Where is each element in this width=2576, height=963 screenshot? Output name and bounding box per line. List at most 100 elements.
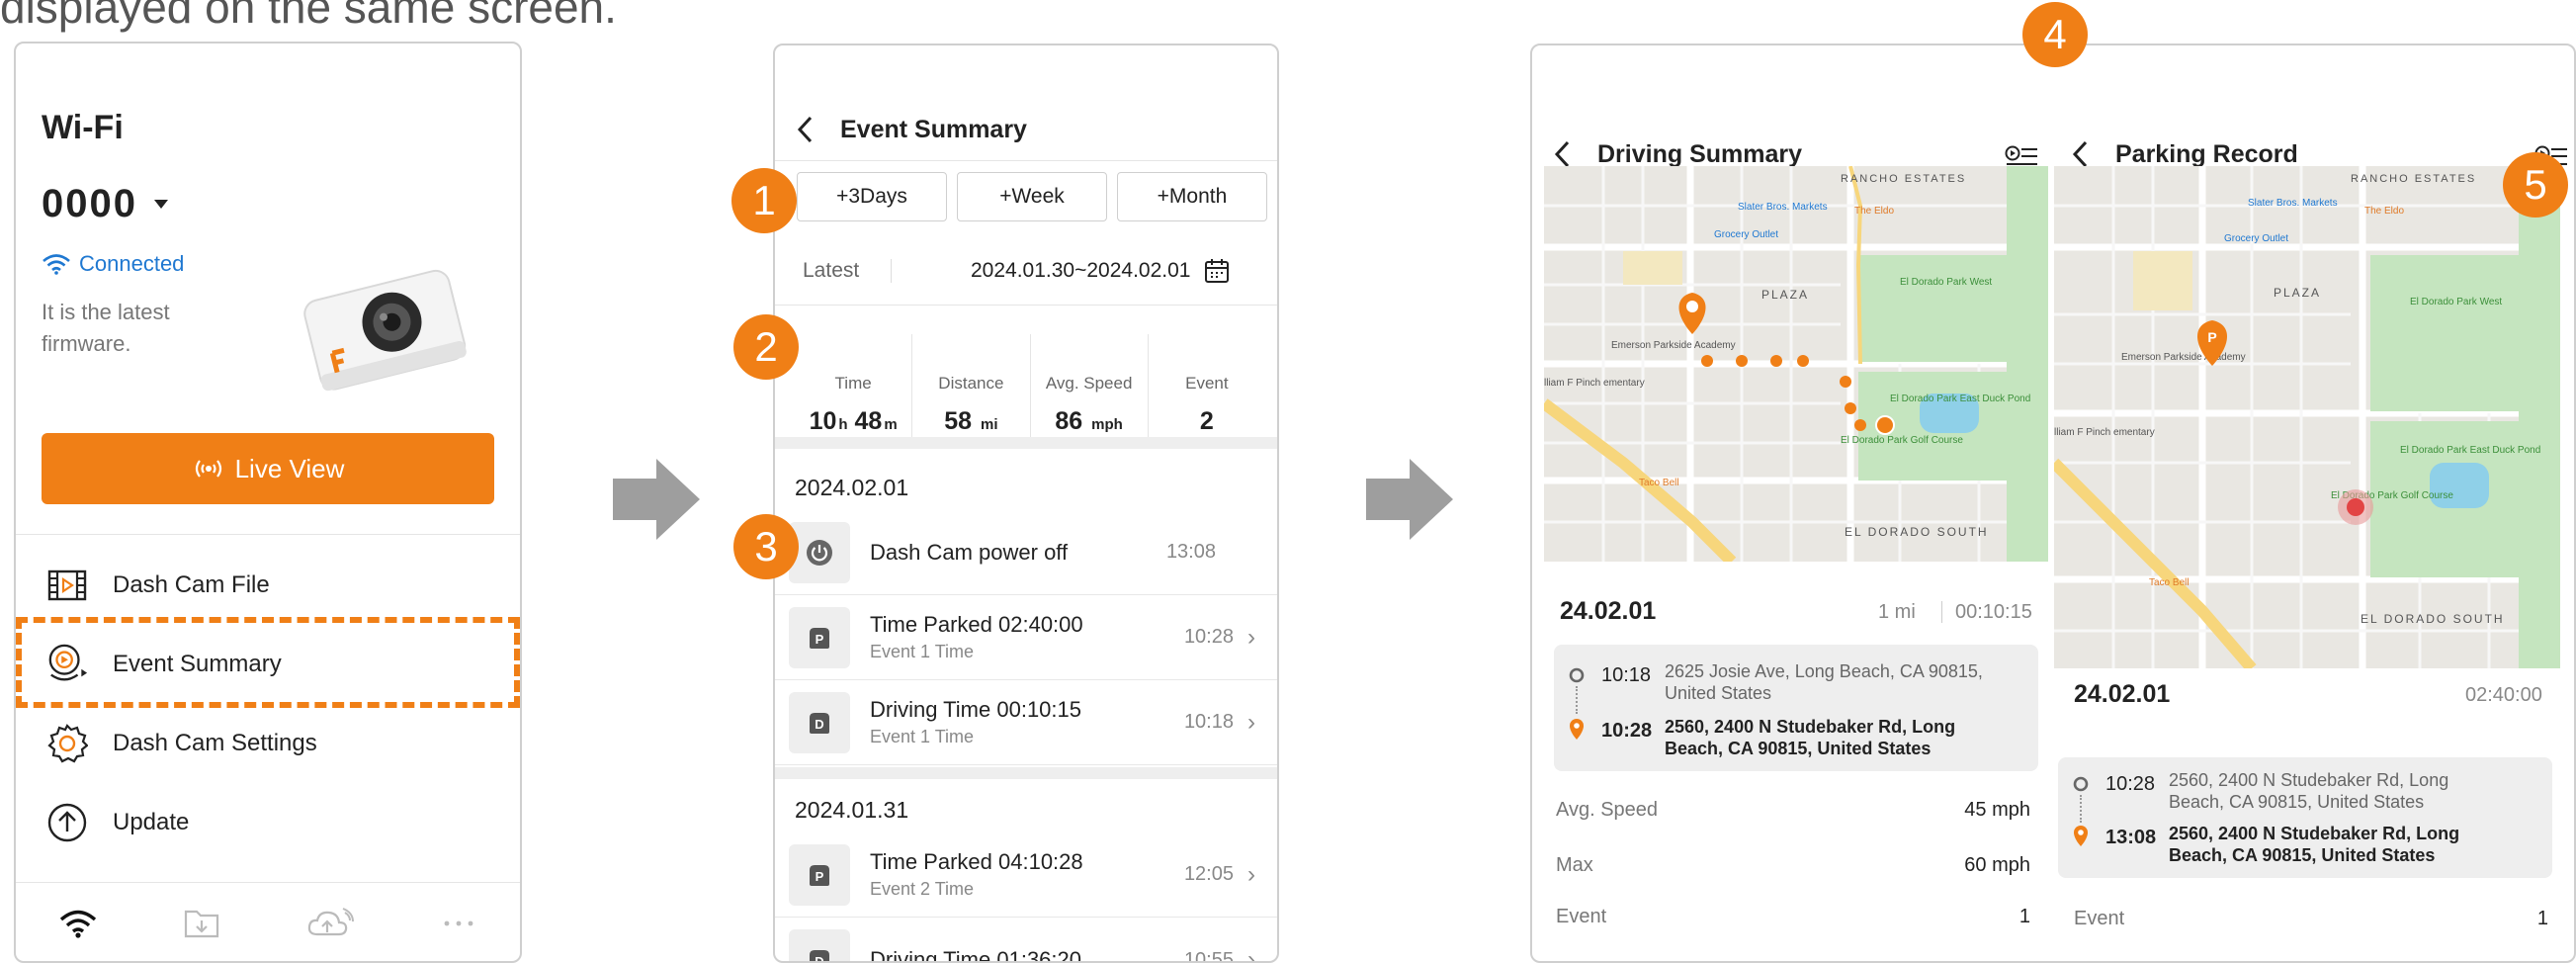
range-month-button[interactable]: +Month bbox=[1117, 172, 1267, 221]
end-time: 10:28 bbox=[1601, 720, 1653, 742]
map-label: PLAZA bbox=[2274, 286, 2321, 300]
flow-arrow-icon bbox=[613, 459, 700, 540]
start-time: 10:18 bbox=[1601, 664, 1652, 686]
stat-label: Distance bbox=[938, 374, 1004, 393]
download-folder-icon[interactable] bbox=[182, 907, 221, 940]
back-arrow-icon[interactable] bbox=[1554, 140, 1570, 168]
back-arrow-icon[interactable] bbox=[2072, 140, 2088, 168]
map-label: El Dorado Park West bbox=[2410, 297, 2502, 307]
live-view-button[interactable]: Live View bbox=[42, 433, 494, 504]
event-row[interactable]: Dash Cam power off 13:08 bbox=[775, 510, 1277, 595]
broadcast-icon bbox=[195, 460, 221, 478]
detail-screens: Driving Summary RANCHO ESTATES Slater Br… bbox=[1530, 44, 2576, 963]
start-address: 2625 Josie Ave, Long Beach, CA 90815, Uni… bbox=[1665, 661, 1983, 703]
event-time: 10:18 bbox=[1183, 711, 1234, 733]
event-row[interactable]: P Time Parked 04:10:28 Event 2 Time 12:05… bbox=[775, 832, 1277, 918]
menu-item-label: Dash Cam File bbox=[113, 571, 270, 598]
latest-label[interactable]: Latest bbox=[803, 259, 892, 283]
event-count-row: Event 1 bbox=[1556, 906, 2030, 927]
event-title: Time Parked 02:40:00 bbox=[870, 612, 1083, 637]
ssid-selector[interactable]: 0000 bbox=[42, 182, 137, 226]
divider bbox=[775, 160, 1277, 161]
event-title: Driving Time 01:36:20 bbox=[870, 947, 1081, 963]
event-location-marker bbox=[2347, 498, 2364, 516]
event-subtitle: Event 1 Time bbox=[870, 727, 975, 746]
header: Event Summary bbox=[775, 105, 1277, 154]
route-map[interactable]: RANCHO ESTATES Slater Bros. Markets The … bbox=[1544, 166, 2048, 562]
stats-summary: Time 10 h 48 m Distance 58 mi Avg. Speed 8… bbox=[795, 334, 1265, 443]
page-title: Driving Summary bbox=[1597, 139, 1803, 168]
map-label: PLAZA bbox=[1761, 288, 1809, 302]
svg-text:D: D bbox=[815, 954, 823, 963]
route-card: 10:18 2625 Josie Ave, Long Beach, CA 908… bbox=[1554, 645, 2038, 771]
summary-date: 24.02.01 bbox=[2074, 680, 2171, 708]
chevron-down-icon[interactable] bbox=[154, 200, 168, 209]
step-badge-2: 2 bbox=[733, 314, 799, 380]
map-label: EL DORADO SOUTH bbox=[2361, 612, 2505, 626]
map-label: El Dorado Park East Duck Pond bbox=[2400, 445, 2540, 456]
driving-summary: Driving Summary RANCHO ESTATES Slater Br… bbox=[1532, 45, 2048, 961]
step-badge-1: 1 bbox=[731, 168, 797, 233]
stat-label: Time bbox=[834, 374, 872, 393]
map-label: Grocery Outlet bbox=[1714, 229, 1778, 240]
end-pin-icon bbox=[1570, 719, 1584, 740]
range-3days-button[interactable]: +3Days bbox=[797, 172, 947, 221]
map-label: EL DORADO SOUTH bbox=[1845, 525, 1989, 539]
parking-map[interactable]: RANCHO ESTATES Slater Bros. Markets The … bbox=[2054, 166, 2560, 668]
chevron-right-icon[interactable]: › bbox=[1247, 946, 1277, 961]
event-row[interactable]: D Driving Time 01:36:20 10:55 › bbox=[775, 918, 1277, 963]
route-end: 10:28 2560, 2400 N Studebaker Rd, Long Be… bbox=[1568, 716, 2042, 759]
wifi-icon[interactable] bbox=[58, 909, 98, 938]
end-time: 13:08 bbox=[2105, 827, 2157, 848]
step-badge-3: 3 bbox=[733, 514, 799, 579]
section-divider bbox=[775, 767, 1277, 779]
parking-icon: P bbox=[789, 606, 850, 668]
svg-text:P: P bbox=[816, 869, 824, 884]
map-label: The Eldo bbox=[1854, 206, 1894, 217]
back-arrow-icon[interactable] bbox=[797, 116, 813, 143]
step-badge-5: 5 bbox=[2503, 152, 2568, 218]
map-label: El Dorado Park East Duck Pond bbox=[1890, 394, 2030, 404]
event-time: 10:28 bbox=[1183, 626, 1234, 648]
event-time: 10:55 bbox=[1183, 948, 1234, 963]
divider bbox=[16, 882, 520, 883]
step-badge-4: 4 bbox=[2022, 2, 2088, 67]
cloud-upload-icon[interactable] bbox=[305, 907, 355, 940]
event-row[interactable]: D Driving Time 00:10:15 Event 1 Time 10:1… bbox=[775, 680, 1277, 765]
route-connector bbox=[2080, 795, 2082, 823]
stat-distance: Distance 58 mi bbox=[912, 334, 1031, 443]
map-label: The Eldo bbox=[2364, 206, 2404, 217]
range-week-button[interactable]: +Week bbox=[957, 172, 1107, 221]
event-title: Time Parked 04:10:28 bbox=[870, 849, 1083, 874]
more-icon[interactable] bbox=[439, 919, 478, 928]
event-time: 13:08 bbox=[1165, 541, 1216, 563]
event-subtitle: Event 1 Time bbox=[870, 642, 975, 661]
calendar-icon[interactable] bbox=[1204, 258, 1230, 284]
map-label: lliam F Pinch ementary bbox=[2054, 427, 2155, 438]
end-pin-icon bbox=[2074, 826, 2088, 846]
chevron-right-icon[interactable]: › bbox=[1247, 861, 1277, 889]
max-speed-row: Max 60 mph bbox=[1556, 854, 2030, 876]
event-title: Dash Cam power off bbox=[870, 539, 1069, 565]
chevron-right-icon[interactable]: › bbox=[1247, 709, 1277, 737]
route-start: 10:18 2625 Josie Ave, Long Beach, CA 908… bbox=[1568, 660, 2042, 704]
event-row[interactable]: P Time Parked 02:40:00 Event 1 Time 10:28… bbox=[775, 595, 1277, 680]
menu-item-dash-cam-file[interactable]: Dash Cam File bbox=[45, 556, 500, 615]
route-end: 13:08 2560, 2400 N Studebaker Rd, Long Be… bbox=[2072, 823, 2546, 866]
end-point-marker bbox=[1875, 415, 1895, 435]
chevron-right-icon[interactable]: › bbox=[1247, 624, 1277, 652]
caption: displayed on the same screen. bbox=[0, 0, 617, 33]
live-view-label: Live View bbox=[234, 453, 345, 483]
menu-item-update[interactable]: Update bbox=[45, 793, 500, 852]
stat-label: Avg. Speed bbox=[1045, 374, 1133, 393]
svg-text:P: P bbox=[816, 632, 824, 647]
film-icon bbox=[45, 564, 89, 607]
driving-icon: D bbox=[789, 691, 850, 753]
parking-duration: 02:40:00 bbox=[2465, 684, 2542, 706]
event-time: 12:05 bbox=[1183, 863, 1234, 885]
menu-item-dash-cam-settings[interactable]: Dash Cam Settings bbox=[45, 714, 500, 773]
summary-date: 24.02.01 bbox=[1560, 597, 1657, 625]
map-label: Emerson Parkside Academy bbox=[1611, 340, 1736, 351]
map-label: Emerson Parkside Academy bbox=[2121, 352, 2246, 363]
start-circle-icon bbox=[2073, 776, 2089, 792]
